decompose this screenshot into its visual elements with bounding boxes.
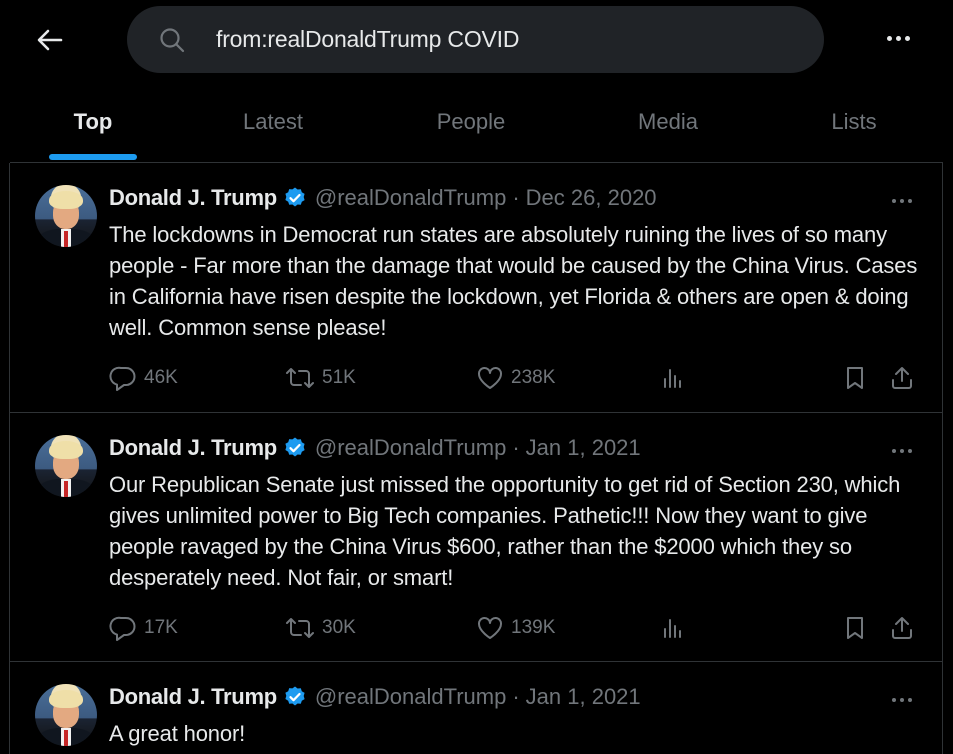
- verified-badge-icon: [283, 685, 307, 709]
- bookmark-button[interactable]: [844, 613, 866, 643]
- back-button[interactable]: [30, 22, 70, 58]
- separator: ·: [512, 185, 520, 210]
- tab-latest[interactable]: Latest: [223, 80, 323, 163]
- heart-icon: [478, 617, 502, 639]
- separator: ·: [512, 684, 520, 709]
- tweet-header: Donald J. Trump @realDonaldTrump · Jan 1…: [109, 435, 641, 461]
- bookmark-icon: [847, 367, 863, 389]
- author-name[interactable]: Donald J. Trump: [109, 684, 277, 710]
- reply-icon: [109, 366, 136, 391]
- repost-icon: [286, 368, 314, 388]
- tweet-text: Our Republican Senate just missed the op…: [109, 472, 901, 590]
- search-icon: [160, 28, 185, 53]
- results-feed: Donald J. Trump @realDonaldTrump · Dec 2…: [9, 163, 943, 754]
- tweet-text: The lockdowns in Democrat run states are…: [109, 222, 918, 340]
- share-icon: [892, 617, 912, 639]
- views-icon: [664, 369, 681, 388]
- tweet-header: Donald J. Trump @realDonaldTrump · Jan 1…: [109, 684, 641, 710]
- tweet-date[interactable]: Jan 1, 2021: [526, 684, 641, 710]
- views-button[interactable]: [660, 363, 684, 393]
- repost-count: 30K: [322, 617, 356, 638]
- avatar[interactable]: [35, 185, 97, 247]
- like-count: 238K: [511, 367, 556, 388]
- tweet-actions: 46K 51K 238K: [109, 363, 921, 393]
- reply-count: 46K: [144, 367, 178, 388]
- tweet-more-button[interactable]: [888, 443, 916, 459]
- views-button[interactable]: [660, 613, 684, 643]
- share-button[interactable]: [890, 363, 914, 393]
- tab-top[interactable]: Top: [49, 80, 137, 163]
- repost-button[interactable]: 30K: [285, 613, 356, 643]
- author-handle[interactable]: @realDonaldTrump: [315, 185, 506, 211]
- more-icon: [892, 449, 912, 453]
- tweet[interactable]: Donald J. Trump @realDonaldTrump · Jan 1…: [10, 662, 942, 754]
- verified-badge-icon: [283, 186, 307, 210]
- tab-people[interactable]: People: [416, 80, 526, 163]
- search-tabs: Top Latest People Media Lists: [0, 80, 953, 163]
- tab-lists[interactable]: Lists: [810, 80, 898, 163]
- tab-media[interactable]: Media: [618, 80, 718, 163]
- more-icon: [892, 698, 912, 702]
- author-name[interactable]: Donald J. Trump: [109, 435, 277, 461]
- tweet-header: Donald J. Trump @realDonaldTrump · Dec 2…: [109, 185, 657, 211]
- repost-icon: [286, 618, 314, 638]
- views-icon: [664, 619, 681, 638]
- separator: ·: [512, 435, 520, 460]
- more-icon: [892, 199, 912, 203]
- author-name[interactable]: Donald J. Trump: [109, 185, 277, 211]
- tweet-text: A great honor!: [109, 721, 246, 746]
- tweet[interactable]: Donald J. Trump @realDonaldTrump · Dec 2…: [10, 163, 942, 413]
- author-handle[interactable]: @realDonaldTrump: [315, 435, 506, 461]
- author-handle[interactable]: @realDonaldTrump: [315, 684, 506, 710]
- reply-button[interactable]: 46K: [109, 363, 178, 393]
- reply-count: 17K: [144, 617, 178, 638]
- tweet-more-button[interactable]: [888, 193, 916, 209]
- bookmark-icon: [847, 617, 863, 639]
- repost-button[interactable]: 51K: [285, 363, 356, 393]
- tweet[interactable]: Donald J. Trump @realDonaldTrump · Jan 1…: [10, 413, 942, 662]
- verified-badge-icon: [283, 436, 307, 460]
- repost-count: 51K: [322, 367, 356, 388]
- heart-icon: [478, 367, 502, 389]
- top-bar: from:realDonaldTrump COVID: [0, 0, 953, 80]
- avatar[interactable]: [35, 435, 97, 497]
- tweet-more-button[interactable]: [888, 692, 916, 708]
- tweet-date[interactable]: Jan 1, 2021: [526, 435, 641, 461]
- avatar[interactable]: [35, 684, 97, 746]
- share-icon: [892, 367, 912, 389]
- search-input[interactable]: from:realDonaldTrump COVID: [127, 6, 824, 73]
- like-button[interactable]: 139K: [476, 613, 555, 643]
- reply-icon: [109, 616, 136, 641]
- tweet-date[interactable]: Dec 26, 2020: [526, 185, 657, 211]
- more-icon: [886, 35, 910, 41]
- arrow-left-icon: [37, 29, 63, 51]
- search-query[interactable]: from:realDonaldTrump COVID: [216, 26, 519, 53]
- tweet-actions: 17K 30K 139K: [109, 613, 921, 643]
- more-options-button[interactable]: [880, 28, 916, 48]
- active-tab-indicator: [49, 154, 137, 160]
- reply-button[interactable]: 17K: [109, 613, 178, 643]
- share-button[interactable]: [890, 613, 914, 643]
- like-count: 139K: [511, 617, 556, 638]
- like-button[interactable]: 238K: [476, 363, 555, 393]
- bookmark-button[interactable]: [844, 363, 866, 393]
